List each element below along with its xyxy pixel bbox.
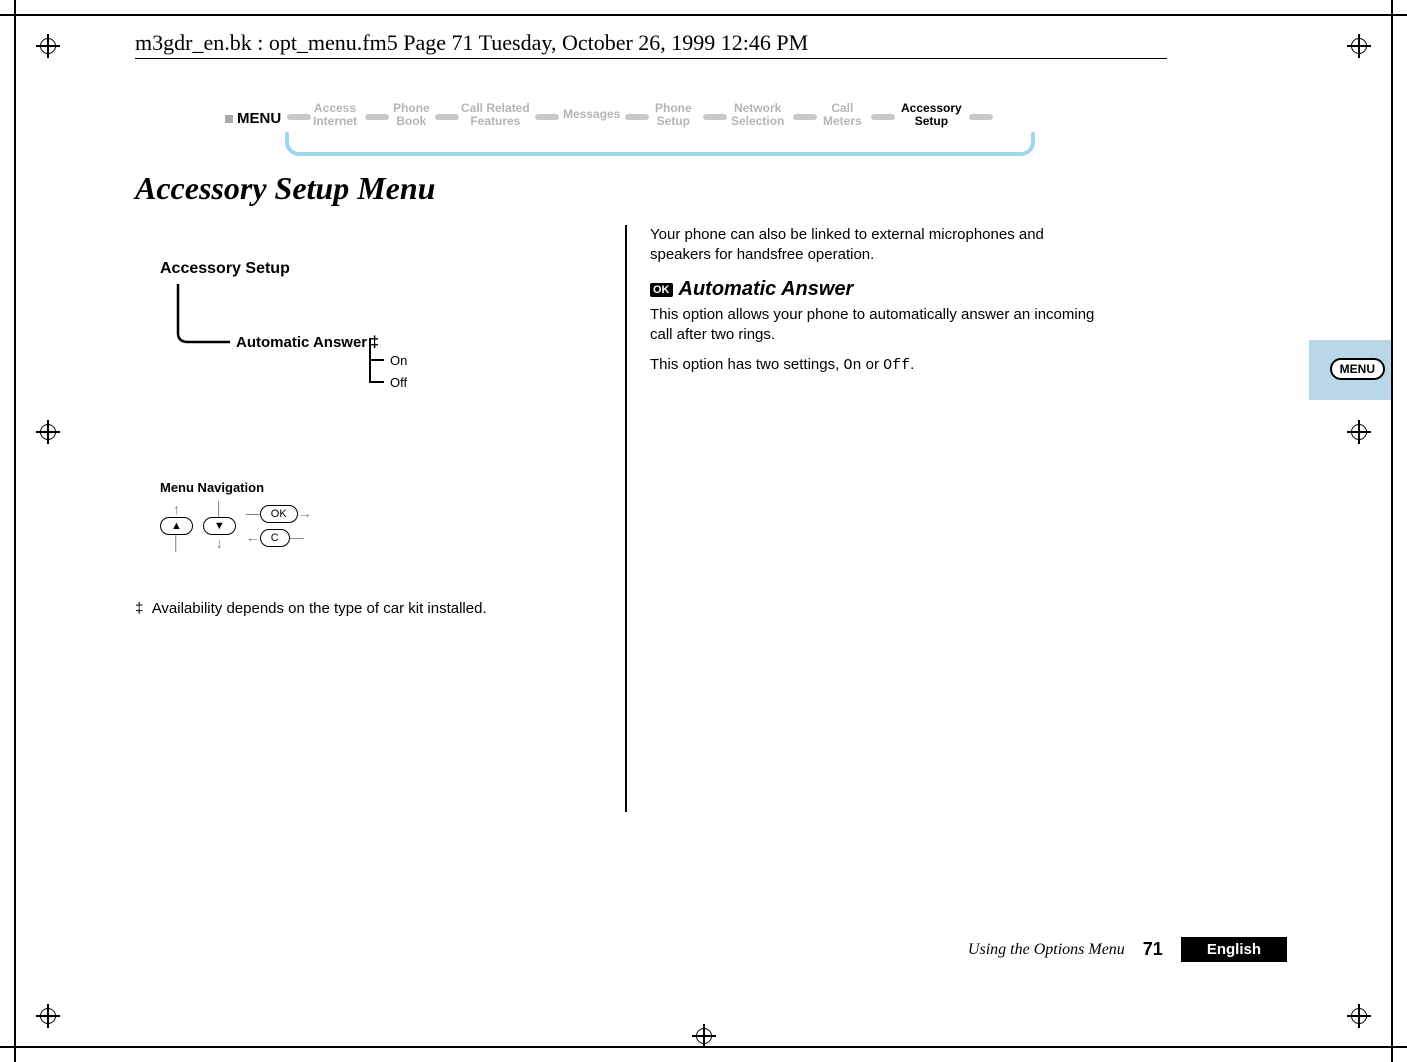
footer-section-title: Using the Options Menu	[968, 941, 1125, 959]
body-paragraph: This option has two settings, On or Off.	[650, 355, 1100, 376]
footer: Using the Options Menu 71 English	[968, 937, 1287, 962]
registration-mark-icon	[692, 1024, 716, 1048]
key-c-button: C	[260, 529, 290, 547]
footnote: ‡ Availability depends on the type of ca…	[135, 600, 487, 617]
registration-mark-icon	[36, 1004, 60, 1028]
breadcrumb-item-active: AccessorySetup	[901, 102, 962, 128]
arrow-up-icon: ↑	[160, 501, 193, 517]
running-head: m3gdr_en.bk : opt_menu.fm5 Page 71 Tuesd…	[135, 30, 808, 56]
breadcrumb-item: PhoneBook	[393, 102, 430, 128]
crop-line-top	[0, 14, 1407, 16]
breadcrumb-item: CallMeters	[823, 102, 862, 128]
breadcrumb-connector-icon	[625, 114, 649, 120]
registration-mark-icon	[1347, 34, 1371, 58]
page-number: 71	[1143, 939, 1163, 960]
breadcrumb-connector-icon	[703, 114, 727, 120]
breadcrumb-item: PhoneSetup	[655, 102, 692, 128]
tree-child-label: Automatic Answer‡	[236, 334, 379, 351]
registration-mark-icon	[36, 34, 60, 58]
registration-mark-icon	[1347, 420, 1371, 444]
section-heading: OKAutomatic Answer	[650, 278, 1100, 301]
dash-icon: —	[290, 529, 304, 545]
registration-mark-icon	[36, 420, 60, 444]
right-column: Your phone can also be linked to externa…	[650, 225, 1100, 376]
breadcrumb-connector-icon	[871, 114, 895, 120]
intro-paragraph: Your phone can also be linked to externa…	[650, 225, 1100, 266]
arrow-down-hint-icon: │	[160, 535, 193, 551]
menu-square-icon	[225, 115, 233, 123]
side-tab-label: MENU	[1330, 358, 1385, 380]
language-badge: English	[1181, 937, 1287, 962]
breadcrumb-item: AccessInternet	[313, 102, 357, 128]
breadcrumb-path-line	[285, 140, 1035, 156]
breadcrumb-connector-icon	[969, 114, 993, 120]
dash-icon: —	[246, 505, 260, 521]
ok-badge-icon: OK	[650, 283, 673, 297]
tree-option-on: On	[390, 353, 407, 368]
registration-mark-icon	[1347, 1004, 1371, 1028]
breadcrumb-item: Messages	[563, 108, 620, 121]
menu-navigation-legend: Menu Navigation ↑ ▲ │ │ ▼ ↓ —OK→ ←C—	[160, 480, 312, 551]
breadcrumb-connector-icon	[365, 114, 389, 120]
menu-navigation-title: Menu Navigation	[160, 480, 312, 495]
arrow-right-icon: →	[298, 505, 312, 521]
breadcrumb-item: NetworkSelection	[731, 102, 784, 128]
key-ok-button: OK	[260, 505, 298, 523]
arrow-left-icon: ←	[246, 529, 260, 545]
tree-option-off: Off	[390, 375, 407, 390]
tree-branch-icon	[178, 284, 230, 342]
breadcrumb-connector-icon	[287, 114, 311, 120]
arrow-down-icon: ↓	[203, 535, 236, 551]
body-paragraph: This option allows your phone to automat…	[650, 305, 1100, 346]
crop-line-right	[1391, 0, 1393, 1062]
header-rule	[135, 58, 1167, 59]
menu-tree-diagram: Accessory Setup Automatic Answer‡ On Off	[160, 260, 600, 423]
breadcrumb-connector-icon	[435, 114, 459, 120]
key-down-button: ▼	[203, 517, 236, 535]
breadcrumb-connector-icon	[535, 114, 559, 120]
breadcrumb-menu-label: MENU	[225, 110, 281, 127]
breadcrumb-connector-icon	[793, 114, 817, 120]
key-up-button: ▲	[160, 517, 193, 535]
breadcrumb: MENU AccessInternet PhoneBook Call Relat…	[225, 98, 1025, 148]
tree-root-label: Accessory Setup	[160, 260, 600, 278]
crop-line-left	[14, 0, 16, 1062]
page-title: Accessory Setup Menu	[135, 170, 435, 207]
arrow-up-hint-icon: │	[203, 501, 236, 517]
column-divider	[625, 225, 627, 812]
breadcrumb-item: Call RelatedFeatures	[461, 102, 530, 128]
